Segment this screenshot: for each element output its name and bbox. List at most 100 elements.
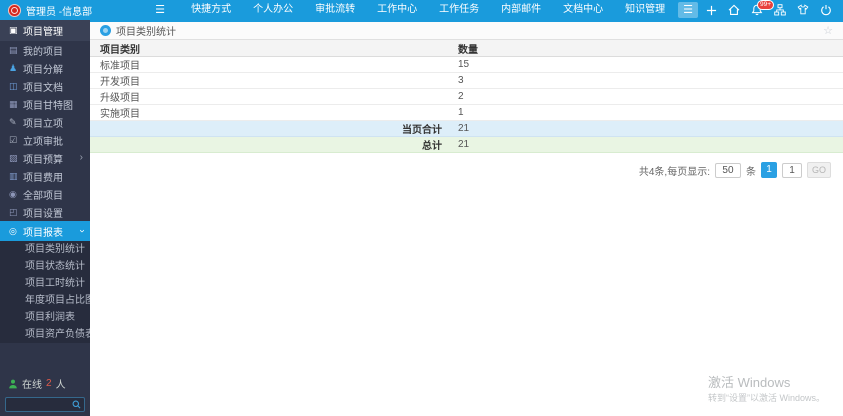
category-stats-table: 项目类别 数量 标准项目 15 开发项目 3 升级项目 2 实施项目 1 当页合…: [90, 40, 843, 153]
table-row[interactable]: 开发项目 3: [90, 73, 843, 89]
reports-submenu: 项目类别统计 项目状态统计 项目工时统计 年度项目占比图 项目利润表 项目资产负…: [0, 241, 95, 343]
expense-icon: ▥: [9, 170, 18, 181]
notifications-button[interactable]: 99+: [750, 0, 775, 17]
main-content: 项目类别统计 ☆ 项目类别 数量 标准项目 15 开发项目 3 升级项目 2 实…: [90, 20, 843, 416]
menu-collapse-icon: ☰: [155, 3, 166, 16]
nav-item-workcenter[interactable]: 工作中心: [366, 0, 428, 20]
submenu-item-status-stats[interactable]: 项目状态统计: [0, 258, 90, 275]
sidebar-item-label: 我的项目: [23, 46, 63, 58]
apps-menu-icon: ☰: [683, 3, 694, 16]
briefcase-icon: ▣: [9, 25, 18, 35]
sidebar-module-header[interactable]: ▣ 项目管理: [0, 20, 90, 41]
sidebar-item-project-budget[interactable]: ▨ 项目预算 ›: [0, 149, 90, 167]
sidebar-item-label: 项目文档: [23, 82, 63, 94]
app-window: 管理员 -信息部 ☰ 快捷方式 个人办公 审批流转 工作中心 工作任务 内部邮件…: [0, 0, 843, 416]
sidebar-item-label: 项目设置: [23, 208, 63, 220]
cell-count: 1: [457, 107, 464, 118]
sidebar-collapse-button[interactable]: ☰: [150, 2, 170, 18]
favorite-star-icon[interactable]: ☆: [823, 24, 833, 37]
sidebar-item-label: 项目费用: [23, 172, 63, 184]
table-row[interactable]: 标准项目 15: [90, 57, 843, 73]
page-total-row: 当页合计 21: [90, 121, 843, 137]
cell-category: 升级项目: [100, 93, 140, 104]
approve-icon: ☑: [9, 134, 18, 145]
all-projects-icon: ◉: [9, 188, 17, 199]
report-icon: ◎: [9, 225, 17, 236]
cell-count: 15: [457, 59, 470, 70]
chevron-right-icon: ›: [79, 152, 83, 163]
sidebar-item-project-docs[interactable]: ◫ 项目文档: [0, 77, 90, 95]
gantt-icon: ▦: [9, 98, 18, 109]
home-icon: [728, 4, 740, 15]
submenu-item-balance-sheet[interactable]: 项目资产负债表: [0, 326, 95, 343]
sidebar-item-label: 项目报表: [23, 227, 63, 239]
sidebar-item-project-breakdown[interactable]: ♟ 项目分解: [0, 59, 90, 77]
sidebar-item-project-reports[interactable]: ◎ 项目报表 ›: [0, 221, 90, 241]
submenu-item-hours-stats[interactable]: 项目工时统计: [0, 275, 90, 292]
submenu-item-annual-ratio[interactable]: 年度项目占比图: [0, 292, 95, 309]
online-unit: 人: [55, 380, 66, 391]
nav-item-approval[interactable]: 审批流转: [304, 0, 366, 20]
table-row[interactable]: 实施项目 1: [90, 105, 843, 121]
grand-total-label: 总计: [421, 141, 442, 152]
nav-item-tasks[interactable]: 工作任务: [428, 0, 490, 20]
sidebar-item-initiation-approval[interactable]: ☑ 立项审批: [0, 131, 90, 149]
sidebar-item-project-initiation[interactable]: ✎ 项目立项: [0, 113, 90, 131]
online-person-icon: [9, 379, 17, 388]
current-user-label: 管理员 -信息部: [26, 6, 93, 18]
logout-button[interactable]: [819, 3, 833, 17]
content-tab-bar: 项目类别统计 ☆: [90, 20, 843, 40]
nav-item-personal[interactable]: 个人办公: [242, 0, 304, 20]
tab-report-icon: [100, 25, 111, 36]
submenu-item-category-stats[interactable]: 项目类别统计: [0, 241, 90, 258]
theme-skin-button[interactable]: [796, 3, 810, 17]
pagination-info: 共4条,每页显示:: [638, 166, 710, 178]
org-switch-button[interactable]: [773, 3, 787, 17]
org-chart-icon: [774, 4, 786, 16]
online-status: 在线 2 人: [8, 376, 66, 391]
sidebar-item-project-settings[interactable]: ◰ 项目设置: [0, 203, 90, 221]
sidebar-item-project-expense[interactable]: ▥ 项目费用: [0, 167, 90, 185]
sidebar-item-all-projects[interactable]: ◉ 全部项目: [0, 185, 90, 203]
page-number-button[interactable]: 1: [760, 162, 777, 178]
budget-icon: ▨: [9, 152, 18, 163]
grand-total-value: 21: [457, 139, 470, 150]
goto-page-input[interactable]: [781, 162, 802, 178]
nav-item-docs[interactable]: 文档中心: [552, 0, 614, 20]
cell-count: 3: [457, 75, 464, 86]
search-icon[interactable]: [72, 400, 81, 409]
page-size-unit: 条: [745, 166, 756, 178]
sidebar-item-label: 项目预算: [23, 154, 63, 166]
online-count: 2: [46, 378, 52, 389]
sidebar: ▣ 项目管理 ▤ 我的项目 ♟ 项目分解 ◫ 项目文档 ▦ 项目甘特图 ✎ 项目…: [0, 20, 95, 416]
tshirt-icon: [797, 4, 809, 15]
apps-menu-button[interactable]: ☰: [678, 2, 699, 18]
chevron-down-icon: ›: [76, 229, 88, 233]
notification-badge: 99+: [757, 0, 775, 10]
table-row[interactable]: 升级项目 2: [90, 89, 843, 105]
person-icon: ♟: [9, 62, 18, 73]
page-total-label: 当页合计: [401, 125, 442, 136]
top-nav: 快捷方式 个人办公 审批流转 工作中心 工作任务 内部邮件 文档中心 知识管理: [180, 0, 676, 20]
nav-item-knowledge[interactable]: 知识管理: [614, 0, 676, 20]
home-button[interactable]: [727, 3, 741, 17]
sidebar-search-box: [5, 397, 85, 412]
app-logo[interactable]: [8, 3, 21, 17]
go-button[interactable]: GO: [806, 162, 831, 178]
submenu-item-profit-report[interactable]: 项目利润表: [0, 309, 90, 326]
sidebar-item-my-projects[interactable]: ▤ 我的项目: [0, 41, 90, 59]
nav-item-shortcuts[interactable]: 快捷方式: [180, 0, 242, 20]
add-button[interactable]: [704, 3, 718, 17]
column-header-category[interactable]: 项目类别: [90, 41, 456, 56]
online-label: 在线: [22, 380, 42, 391]
page-size-input[interactable]: [714, 162, 741, 178]
nav-item-mail[interactable]: 内部邮件: [490, 0, 552, 20]
cell-category: 实施项目: [100, 109, 140, 120]
sidebar-item-gantt[interactable]: ▦ 项目甘特图: [0, 95, 90, 113]
table-header-row: 项目类别 数量: [90, 40, 843, 57]
column-header-count[interactable]: 数量: [456, 41, 843, 56]
pagination: 共4条,每页显示: 条 1 GO: [90, 162, 843, 178]
sidebar-search-input[interactable]: [6, 399, 72, 410]
cell-count: 2: [457, 91, 464, 102]
tab-title[interactable]: 项目类别统计: [116, 23, 176, 38]
